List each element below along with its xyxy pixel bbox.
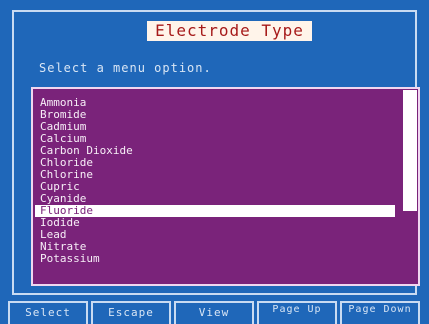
menu-item-cadmium[interactable]: Cadmium: [35, 121, 395, 133]
page-down-softkey[interactable]: Page Down: [340, 301, 420, 324]
select-softkey-label: Select: [25, 306, 71, 319]
select-softkey[interactable]: Select: [8, 301, 88, 324]
page-down-softkey-label: Page Down: [348, 304, 412, 315]
scrollbar-thumb[interactable]: [403, 211, 417, 283]
menu-item-potassium[interactable]: Potassium: [35, 253, 395, 265]
menu-item-chlorine[interactable]: Chlorine: [35, 169, 395, 181]
electrode-type-list[interactable]: Ammonia Bromide Cadmium Calcium Carbon D…: [31, 87, 420, 286]
menu-item-bromide[interactable]: Bromide: [35, 109, 395, 121]
menu-item-lead[interactable]: Lead: [35, 229, 395, 241]
meter-screen: Electrode Type Select a menu option. Amm…: [0, 0, 429, 324]
escape-softkey[interactable]: Escape: [91, 301, 171, 324]
view-softkey[interactable]: View: [174, 301, 254, 324]
escape-softkey-label: Escape: [108, 306, 154, 319]
view-softkey-label: View: [198, 306, 230, 319]
menu-prompt: Select a menu option.: [39, 61, 212, 75]
page-up-softkey[interactable]: Page Up: [257, 301, 337, 324]
list-scrollbar[interactable]: [403, 90, 417, 283]
menu-item-fluoride-selected[interactable]: Fluoride: [35, 205, 395, 217]
page-up-softkey-label: Page Up: [272, 304, 322, 315]
menu-item-cupric[interactable]: Cupric: [35, 181, 395, 193]
menu-items: Ammonia Bromide Cadmium Calcium Carbon D…: [35, 97, 395, 265]
menu-item-ammonia[interactable]: Ammonia: [35, 97, 395, 109]
page-title: Electrode Type: [147, 21, 312, 41]
menu-item-iodide[interactable]: Iodide: [35, 217, 395, 229]
function-key-bar: Select Escape View Page Up Page Down: [8, 301, 429, 324]
